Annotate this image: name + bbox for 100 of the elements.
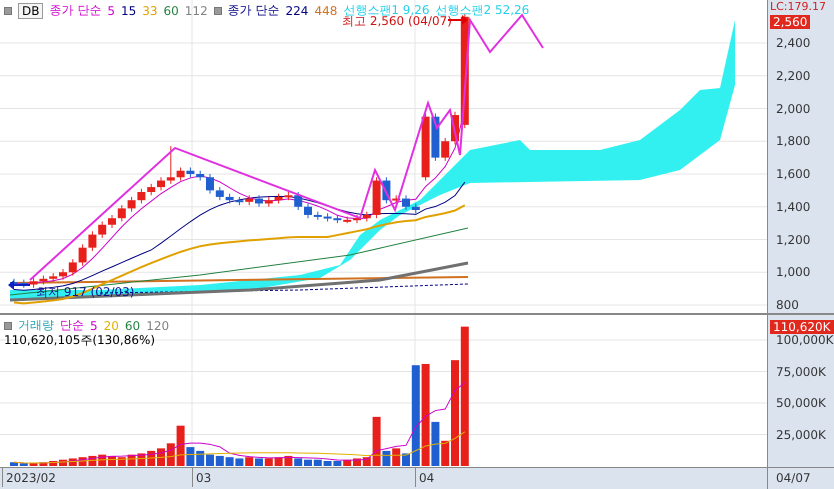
- volume-bar: [402, 453, 410, 466]
- candlestick: [333, 214, 342, 224]
- candlestick: [137, 188, 146, 204]
- volume-bar: [166, 443, 175, 466]
- candlestick: [49, 272, 58, 283]
- legend-item: 단순: [60, 317, 84, 334]
- axis-tick-label: 25,000K: [776, 428, 826, 442]
- candlestick: [128, 196, 136, 212]
- volume-bar: [392, 448, 400, 466]
- candlestick: [314, 211, 322, 220]
- legend-item: 60: [164, 4, 179, 18]
- current-date-label: 04/07: [768, 467, 834, 489]
- volume-bar: [206, 454, 214, 466]
- candlestick: [274, 193, 283, 204]
- legend-item: 15: [120, 4, 136, 18]
- legend-item: 60: [124, 318, 140, 332]
- candlestick: [412, 202, 420, 214]
- candlestick: [88, 230, 96, 252]
- candlestick: [166, 146, 175, 184]
- axis-tick-label: 1,400: [776, 200, 810, 214]
- candlestick: [39, 275, 48, 286]
- legend-item: 33: [142, 4, 158, 18]
- candlestick: [264, 196, 273, 208]
- candlestick: [392, 194, 400, 204]
- candlestick: [431, 112, 440, 162]
- candlestick: [78, 244, 87, 266]
- legend-item: 선행스팬1 9,26: [343, 2, 430, 17]
- volume-bar: [49, 460, 58, 466]
- legend-item: 선행스팬2 52,26: [436, 2, 530, 17]
- legend-item: 종가 단순: [49, 2, 102, 19]
- axis-tick-label: 50,000K: [776, 396, 826, 410]
- legend-item: 종가 단순: [228, 2, 280, 19]
- candlestick: [362, 211, 371, 222]
- volume-bar: [284, 456, 292, 466]
- candlestick: [255, 194, 263, 208]
- volume-bar: [20, 463, 28, 466]
- axis-tick-label: 1,800: [776, 134, 810, 148]
- candlestick: [206, 174, 214, 194]
- volume-bar: [245, 457, 254, 466]
- axis-tick-label: 100,000K: [776, 333, 834, 347]
- legend-item: 5: [107, 4, 115, 18]
- volume-bar: [226, 457, 234, 466]
- legend-item: 5: [90, 318, 98, 332]
- volume-bar: [216, 456, 224, 466]
- axis-reading: LC:179.17: [770, 0, 826, 14]
- candlestick: [304, 202, 312, 219]
- legend-item: 20: [104, 318, 119, 332]
- volume-bar: [255, 458, 263, 466]
- axis-tick-label: 1,200: [776, 232, 810, 246]
- candlestick: [216, 186, 224, 201]
- date-label: 04: [415, 468, 434, 487]
- volume-total: 110,620,105주(130,86%): [4, 332, 156, 349]
- candlestick: [157, 176, 165, 191]
- candlestick: [59, 268, 67, 280]
- candlestick: [108, 214, 116, 229]
- axis-tick-label: 800: [776, 298, 799, 312]
- candlestick: [402, 194, 410, 211]
- candlestick: [245, 194, 254, 206]
- legend-item: 112: [184, 4, 208, 18]
- axis-tick-label: 2,200: [776, 68, 810, 83]
- candlestick: [441, 137, 450, 162]
- candlestick: [186, 166, 194, 178]
- current-price-badge: 2,560: [770, 15, 810, 29]
- legend-item: 224: [286, 4, 308, 18]
- candlestick: [226, 193, 234, 204]
- current-volume-badge: 110,620K: [770, 320, 834, 334]
- candlestick: [422, 112, 430, 182]
- candlestick: [176, 166, 185, 182]
- volume-bar: [196, 450, 204, 466]
- candlestick: [118, 204, 126, 222]
- candlestick: [324, 212, 332, 222]
- candlestick: [68, 258, 77, 276]
- candlestick: [343, 216, 352, 224]
- axis-tick-label: 2,000: [776, 102, 810, 116]
- volume-bar: [294, 458, 302, 466]
- date-label: 2023/02: [2, 468, 56, 487]
- axis-tick-label: 1,000: [776, 265, 810, 280]
- volume-title: 거래량: [18, 317, 54, 334]
- volume-bar: [314, 460, 322, 466]
- volume-bar: [441, 440, 450, 466]
- axis-tick-label: 1,600: [776, 167, 810, 181]
- arrow-icon: [8, 280, 30, 290]
- legend-marker-icon: [4, 6, 12, 14]
- candlestick: [196, 170, 204, 182]
- axis-tick-label: 2,400: [776, 36, 810, 50]
- volume-bar: [304, 460, 312, 466]
- candlestick: [147, 183, 156, 196]
- candlestick: [20, 279, 28, 288]
- candlestick: [98, 221, 106, 238]
- candlestick: [294, 192, 302, 211]
- candlestick: [353, 214, 361, 224]
- candlestick: [284, 192, 292, 201]
- legend-marker-icon: [4, 322, 12, 330]
- legend-marker-icon: [214, 6, 222, 14]
- axis-tick-label: 75,000K: [776, 364, 826, 378]
- legend-item: 120: [146, 318, 170, 332]
- legend-item: 448: [314, 4, 338, 18]
- chart-tag[interactable]: DB: [18, 2, 44, 18]
- date-label: 03: [192, 468, 212, 487]
- volume-bar: [10, 462, 18, 466]
